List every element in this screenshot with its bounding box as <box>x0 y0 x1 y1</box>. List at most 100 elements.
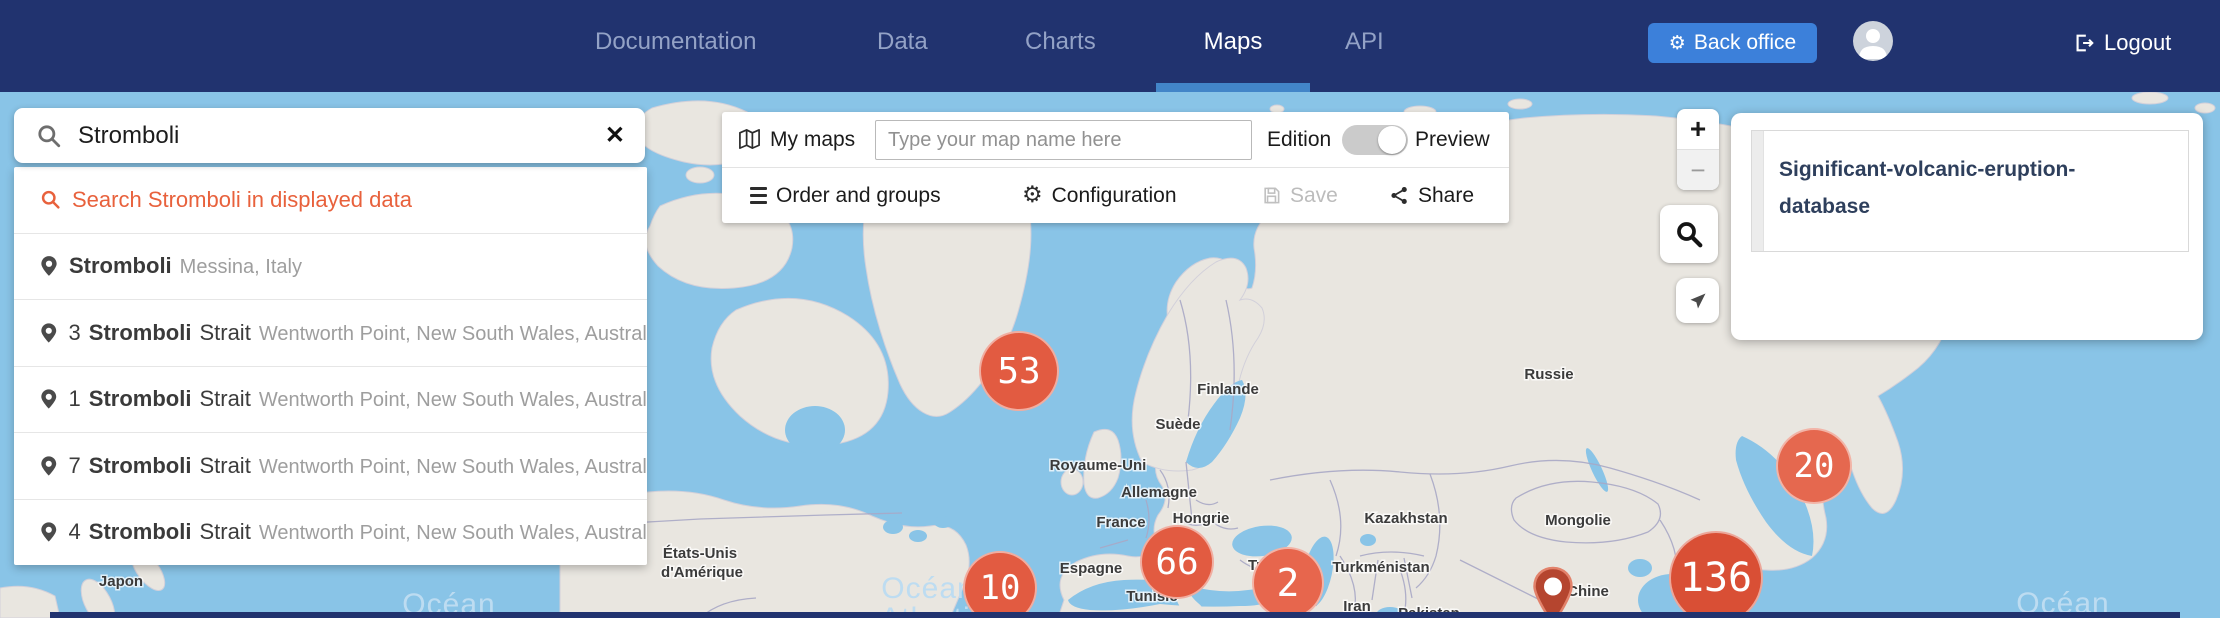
cluster-count: 2 <box>1277 561 1300 605</box>
toolbar-row-top: My maps Edition Preview <box>722 112 1509 167</box>
pin-icon <box>40 521 58 543</box>
search-input[interactable] <box>76 121 585 151</box>
cluster-marker[interactable]: 20 <box>1776 428 1852 504</box>
clear-search-icon[interactable]: ✕ <box>605 121 625 150</box>
zoom-control: + − <box>1677 109 1719 190</box>
result-location: Wentworth Point, New South Wales, Austra… <box>259 522 647 545</box>
result-row[interactable]: 7 Stromboli Strait Wentworth Point, New Sou… <box>14 432 647 499</box>
ocean-label: Océan <box>881 572 974 605</box>
pin-icon <box>40 455 58 477</box>
cluster-marker[interactable]: 66 <box>1140 525 1214 599</box>
result-prefix: 3 <box>69 320 81 346</box>
cluster-marker[interactable]: 2 <box>1252 547 1324 618</box>
result-location: Wentworth Point, New South Wales, Austra… <box>259 389 647 412</box>
save-icon <box>1262 186 1281 205</box>
result-location: Messina, Italy <box>180 256 302 279</box>
search-results-dropdown: Search Stromboli in displayed data Strom… <box>14 167 647 565</box>
order-and-groups-label: Order and groups <box>776 184 941 208</box>
map-search-button[interactable] <box>1660 205 1718 263</box>
cluster-marker[interactable]: 10 <box>963 551 1037 618</box>
back-office-label: Back office <box>1694 31 1796 55</box>
search-icon <box>40 189 61 210</box>
result-location: Wentworth Point, New South Wales, Austra… <box>259 323 647 346</box>
cluster-marker[interactable]: 136 <box>1669 531 1763 618</box>
share-button[interactable]: Share <box>1390 168 1474 223</box>
nav-item-maps[interactable]: Maps <box>1156 0 1310 83</box>
map-label-royaume-uni: Royaume-Uni <box>1050 457 1147 474</box>
search-icon <box>36 123 62 149</box>
maps-app: Océan Océan Océan Atlantique Russie Finl… <box>0 0 2220 618</box>
cluster-count: 10 <box>980 568 1021 608</box>
result-row[interactable]: 1 Stromboli Strait Wentworth Point, New Sou… <box>14 366 647 433</box>
result-prefix: 7 <box>69 453 81 479</box>
map-name-input[interactable] <box>875 120 1252 160</box>
nav-item-api[interactable]: API <box>1345 0 1384 83</box>
result-suffix: Strait <box>199 519 250 545</box>
my-maps-button[interactable]: My maps <box>738 112 855 167</box>
user-icon <box>1853 21 1893 61</box>
map-label-russie: Russie <box>1524 366 1573 383</box>
result-suffix: Strait <box>199 453 250 479</box>
result-row[interactable]: 4StromboliStraitWentworth Point, New Sou… <box>14 499 647 566</box>
edition-preview-toggle[interactable] <box>1342 125 1408 155</box>
cluster-count: 136 <box>1680 555 1752 601</box>
pin-icon <box>40 388 58 410</box>
result-name: Stromboli <box>89 320 192 346</box>
map-label-mongolie: Mongolie <box>1545 512 1611 529</box>
map-label-allemagne: Allemagne <box>1121 484 1197 501</box>
result-prefix: 4 <box>69 519 81 545</box>
result-name: Stromboli <box>89 453 192 479</box>
logout-button[interactable]: Logout <box>2073 26 2171 60</box>
cluster-count: 20 <box>1794 446 1835 486</box>
drag-handle[interactable] <box>1752 131 1764 251</box>
zoom-in-button[interactable]: + <box>1677 109 1719 149</box>
map-label-etats-unis: États-Unis <box>663 545 737 562</box>
nav-item-charts[interactable]: Charts <box>1025 0 1096 83</box>
map-label-kazakhstan: Kazakhstan <box>1364 510 1447 527</box>
map-label-finlande: Finlande <box>1197 381 1259 398</box>
map-label-suede: Suède <box>1155 416 1200 433</box>
result-row[interactable]: 3 Stromboli Strait Wentworth Point, New Sou… <box>14 299 647 366</box>
layer-card[interactable]: Significant-volcanic-eruption-database <box>1751 130 2189 252</box>
search-in-data-row[interactable]: Search Stromboli in displayed data <box>14 167 647 233</box>
result-row[interactable]: StromboliMessina, Italy <box>14 233 647 300</box>
map-label-france: France <box>1096 514 1145 531</box>
top-navbar: Documentation Data Charts Maps API ⚙ Bac… <box>0 0 2220 92</box>
result-prefix: 1 <box>69 386 81 412</box>
map-pin[interactable] <box>1532 566 1574 618</box>
configuration-button[interactable]: ⚙ Configuration <box>1022 168 1177 223</box>
edition-label: Edition <box>1267 112 1331 167</box>
layers-panel: Significant-volcanic-eruption-database <box>1731 113 2203 340</box>
cluster-count: 66 <box>1155 542 1198 583</box>
pin-icon <box>40 255 58 277</box>
toolbar-row-bottom: Order and groups ⚙ Configuration Save <box>722 168 1509 223</box>
active-tab-underline <box>1156 83 1310 92</box>
zoom-out-button[interactable]: − <box>1677 149 1719 190</box>
preview-label: Preview <box>1415 112 1490 167</box>
gear-icon: ⚙ <box>1669 34 1686 53</box>
nav-item-data[interactable]: Data <box>877 0 928 83</box>
order-and-groups-button[interactable]: Order and groups <box>750 168 941 223</box>
cluster-marker[interactable]: 53 <box>979 331 1059 411</box>
geo-search-box: ✕ <box>14 108 645 163</box>
result-suffix: Strait <box>199 320 250 346</box>
search-in-data-label: Search Stromboli in displayed data <box>72 187 412 213</box>
back-office-button[interactable]: ⚙ Back office <box>1648 23 1817 63</box>
result-name: Stromboli <box>89 386 192 412</box>
nav-item-documentation[interactable]: Documentation <box>595 0 756 83</box>
locate-button[interactable] <box>1676 278 1719 323</box>
share-label: Share <box>1418 184 1474 208</box>
map-label-japon: Japon <box>99 573 143 590</box>
logout-icon <box>2073 32 2095 54</box>
avatar[interactable] <box>1853 21 1893 61</box>
result-suffix: Strait <box>199 386 250 412</box>
result-location: Wentworth Point, New South Wales, Austra… <box>259 456 647 479</box>
map-label-espagne: Espagne <box>1060 560 1123 577</box>
share-icon <box>1390 186 1409 205</box>
logout-label: Logout <box>2104 30 2171 56</box>
map-icon <box>738 128 761 151</box>
save-label: Save <box>1290 184 1338 208</box>
toggle-knob <box>1378 126 1406 154</box>
save-button[interactable]: Save <box>1262 168 1338 223</box>
navigation-arrow-icon <box>1688 291 1708 311</box>
